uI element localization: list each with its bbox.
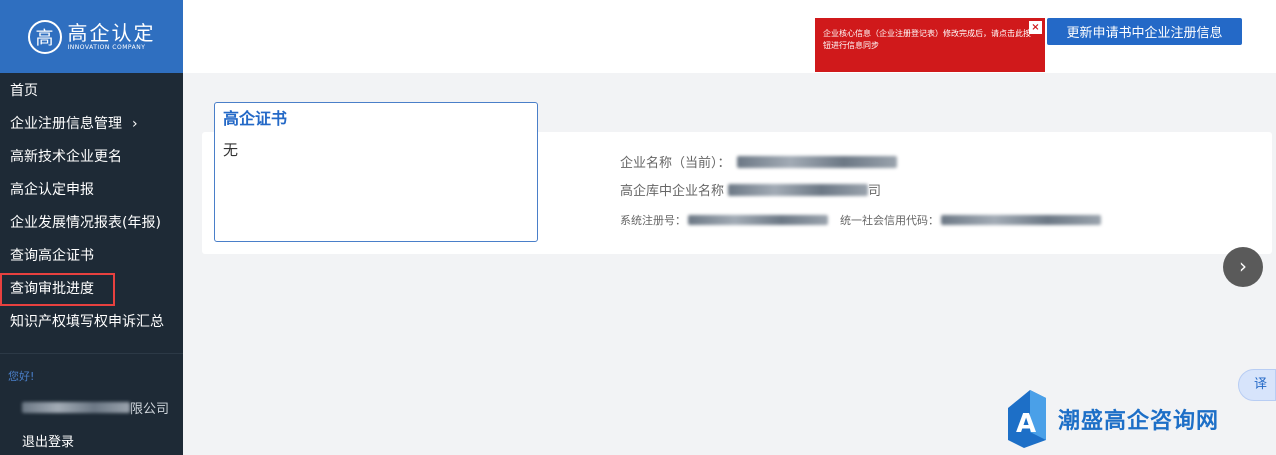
library-name-label: 高企库中企业名称 (620, 184, 725, 199)
logout-link[interactable]: 退出登录 (22, 431, 183, 450)
alert-text: 企业核心信息（企业注册登记表）修改完成后，请点击此按钮进行信息同步 (823, 29, 1031, 50)
sidebar-item-registration-management[interactable]: 企业注册信息管理 › (0, 108, 183, 141)
sidebar-item-query-progress[interactable]: 查询审批进度 (0, 273, 115, 306)
sidebar-item-rename[interactable]: 高新技术企业更名 (0, 141, 183, 174)
redacted-library-name (728, 183, 869, 196)
sync-alert-tooltip: 企业核心信息（企业注册登记表）修改完成后，请点击此按钮进行信息同步 × (815, 18, 1045, 72)
watermark-text: 潮盛高企咨询网 (1058, 408, 1220, 434)
logo[interactable]: 高 高企认定 INNOVATION COMPANY (0, 0, 183, 73)
sidebar: 高 高企认定 INNOVATION COMPANY 首页 企业注册信息管理 › 高… (0, 0, 183, 455)
logo-subtitle: INNOVATION COMPANY (67, 43, 146, 51)
logo-icon: 高 (27, 19, 62, 54)
reg-no-label: 系统注册号： (620, 214, 686, 227)
svg-text:A: A (1016, 409, 1036, 439)
redacted-company-name (22, 402, 130, 413)
redacted-reg-no (688, 215, 828, 225)
certificate-panel: 高企证书 无 (214, 102, 538, 242)
top-bar: 企业核心信息（企业注册登记表）修改完成后，请点击此按钮进行信息同步 × 更新申请… (183, 0, 1276, 73)
library-company-name: 高企库中企业名称 司 (620, 180, 881, 199)
certificate-title: 高企证书 (223, 109, 288, 128)
current-company-name: 企业名称（当前）： (620, 152, 897, 171)
sidebar-item-home[interactable]: 首页 (0, 75, 183, 108)
greeting: 您好! (8, 370, 35, 383)
sidebar-item-label: 查询审批进度 (10, 281, 94, 297)
credit-code-label: 统一社会信用代码： (840, 214, 939, 227)
logo-title: 高企认定 (67, 20, 156, 45)
watermark-logo-icon: A (1008, 390, 1046, 448)
sidebar-item-label: 高企认定申报 (10, 182, 94, 198)
current-name-label: 企业名称（当前）： (620, 156, 731, 171)
sidebar-item-label: 企业发展情况报表(年报) (10, 215, 161, 231)
sidebar-item-label: 企业注册信息管理 (10, 116, 122, 132)
close-icon[interactable]: × (1029, 21, 1042, 34)
watermark: A 潮盛高企咨询网 (1008, 390, 1219, 448)
sidebar-item-certification-apply[interactable]: 高企认定申报 (0, 174, 183, 207)
redacted-current-name (736, 155, 897, 168)
translate-button[interactable]: 译 (1238, 369, 1276, 401)
certificate-value: 无 (223, 141, 239, 159)
user-company: 限公司 (22, 398, 183, 417)
company-suffix: 限公司 (130, 402, 170, 417)
library-name-suffix: 司 (868, 184, 882, 199)
sidebar-item-annual-report[interactable]: 企业发展情况报表(年报) (0, 207, 183, 240)
sidebar-item-label: 查询高企证书 (10, 248, 94, 264)
sidebar-item-ip-appeal[interactable]: 知识产权填写权申诉汇总 (0, 306, 183, 339)
next-arrow-button[interactable]: › (1223, 247, 1263, 287)
sidebar-item-query-certificate[interactable]: 查询高企证书 (0, 240, 183, 273)
sidebar-nav: 首页 企业注册信息管理 › 高新技术企业更名 高企认定申报 企业发展情况报表(年报… (0, 75, 183, 339)
sidebar-item-label: 知识产权填写权申诉汇总 (10, 314, 164, 330)
registration-codes: 系统注册号： 统一社会信用代码： (620, 212, 1101, 228)
sync-registration-button[interactable]: 更新申请书中企业注册信息 (1047, 18, 1242, 45)
logo-text: 高企认定 INNOVATION COMPANY (68, 22, 156, 52)
redacted-credit-code (941, 215, 1101, 225)
chevron-right-icon: › (132, 116, 138, 132)
sidebar-item-label: 高新技术企业更名 (10, 149, 122, 165)
sidebar-item-label: 首页 (10, 83, 38, 99)
